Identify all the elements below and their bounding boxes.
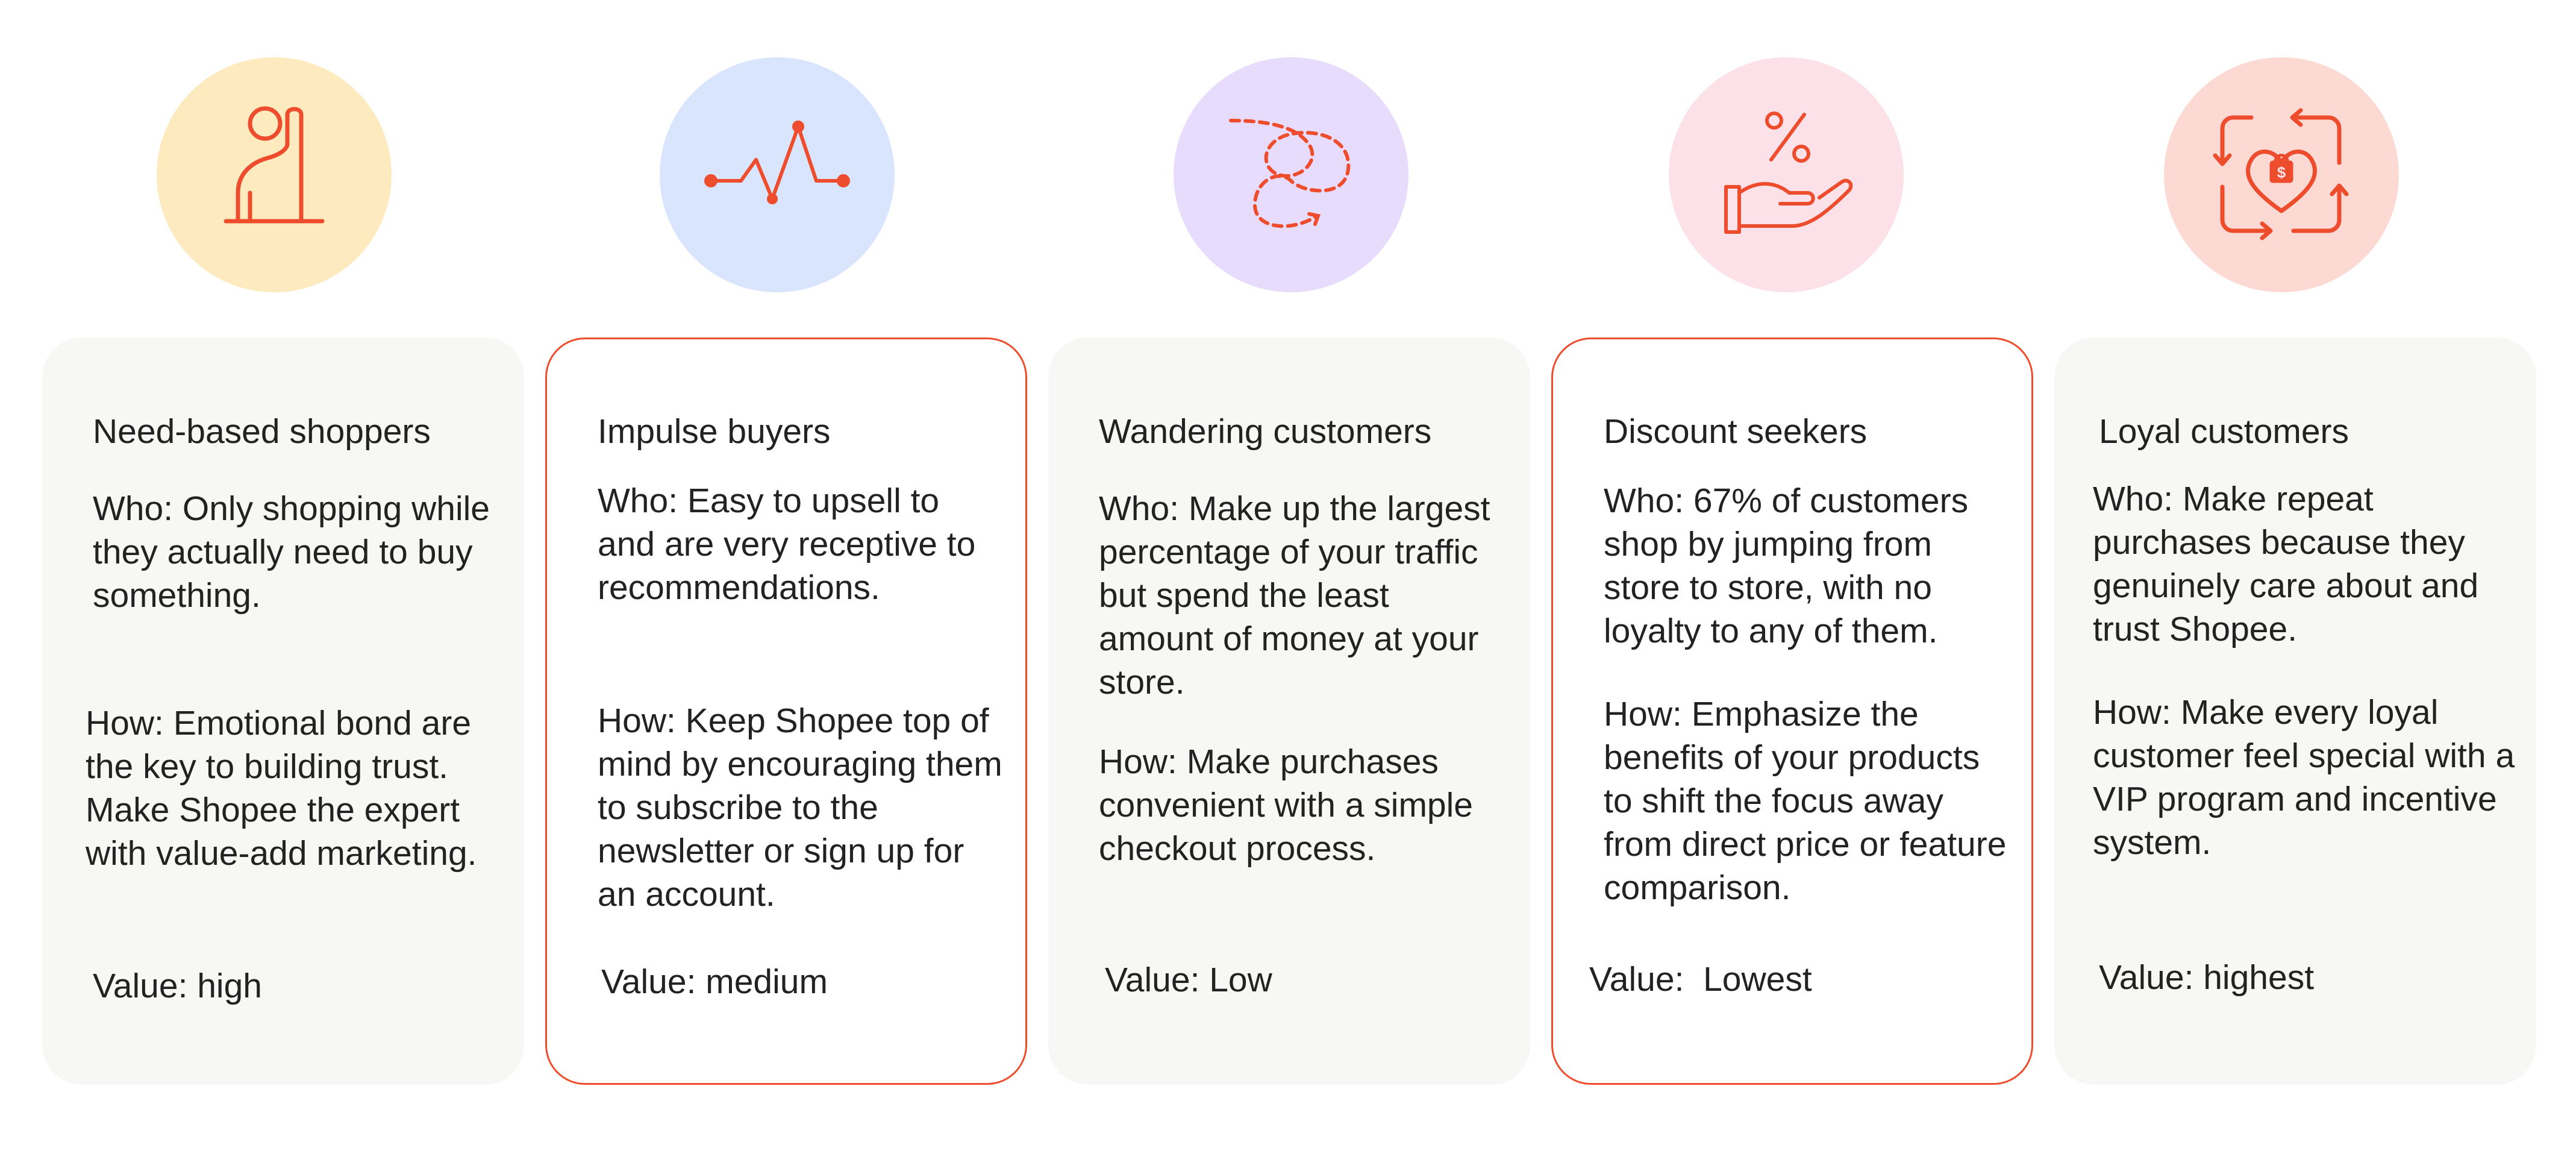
card-title: Impulse buyers [598,412,831,451]
card-value: Value: highest [2099,956,2512,999]
card-how: How: Make every loyal customer feel spec… [2093,691,2518,864]
value-text: : medium [686,962,828,1001]
card-loyal-customers: Loyal customers Who: Make repeat purchas… [2054,337,2536,1085]
pulse-line-icon [704,121,850,204]
how-label: How [598,702,667,740]
card-who: Who: Make repeat purchases because they … [2093,477,2518,651]
who-label: Who [598,482,669,520]
value-label: Value [1105,961,1190,999]
card-wandering-customers: Wandering customers Who: Make up the lar… [1048,337,1530,1085]
hand-percent-icon [1724,111,1853,234]
card-value: Value: Low [1105,958,1506,1002]
card-value: Value: Lowest [1589,958,2007,1001]
card-title: Loyal customers [2099,412,2349,451]
how-label: How [2093,693,2162,732]
card-who: Who: Only shopping while they actually n… [93,487,500,617]
how-label: How [1099,742,1168,781]
card-title: Need-based shoppers [93,412,431,451]
loyalty-badge-label: $ [2277,163,2286,181]
card-title: Discount seekers [1604,412,1868,451]
value-label: Value [1589,960,1675,999]
wandering-path-icon [1229,119,1351,228]
card-title: Wandering customers [1099,412,1432,451]
value-text: : Lowest [1674,960,1812,999]
card-who: Who: 67% of customers shop by jumping fr… [1604,479,2013,653]
icon-circle-impulse [660,57,895,292]
value-text: : high [178,967,263,1005]
who-label: Who [2093,480,2164,518]
icon-circle-wandering [1174,57,1408,292]
value-label: Value [93,967,178,1005]
card-how: How: Keep Shopee top of mind by encourag… [598,699,1007,916]
card-value: Value: medium [601,960,1001,1003]
card-how: How: Emotional bond are the key to build… [86,702,500,875]
loyalty-heart-bag-icon: $ [2213,108,2349,240]
icon-circle-discount [1669,57,1904,292]
icon-circle-need-based [157,57,392,292]
card-discount-seekers: Discount seekers Who: 67% of customers s… [1551,337,2033,1085]
card-how: How: Make purchases convenient with a si… [1099,740,1506,870]
raised-hand-person-icon [224,106,325,224]
who-label: Who [93,489,164,528]
who-label: Who [1099,489,1170,528]
value-label: Value [601,962,687,1001]
who-label: Who [1604,482,1675,520]
icon-circle-loyal: $ [2164,57,2399,292]
value-text: : highest [2184,958,2315,997]
card-who: Who: Make up the largest percentage of y… [1099,487,1506,704]
card-need-based-shoppers: Need-based shoppers Who: Only shopping w… [42,337,524,1085]
value-label: Value [2099,958,2184,997]
card-how: How: Emphasize the benefits of your prod… [1604,692,2013,909]
how-label: How [1604,695,1673,733]
how-label: How [86,704,155,742]
value-text: : Low [1190,961,1272,999]
card-value: Value: high [93,964,500,1008]
card-impulse-buyers: Impulse buyers Who: Easy to upsell to an… [545,337,1027,1085]
card-who: Who: Easy to upsell to and are very rece… [598,479,1001,609]
